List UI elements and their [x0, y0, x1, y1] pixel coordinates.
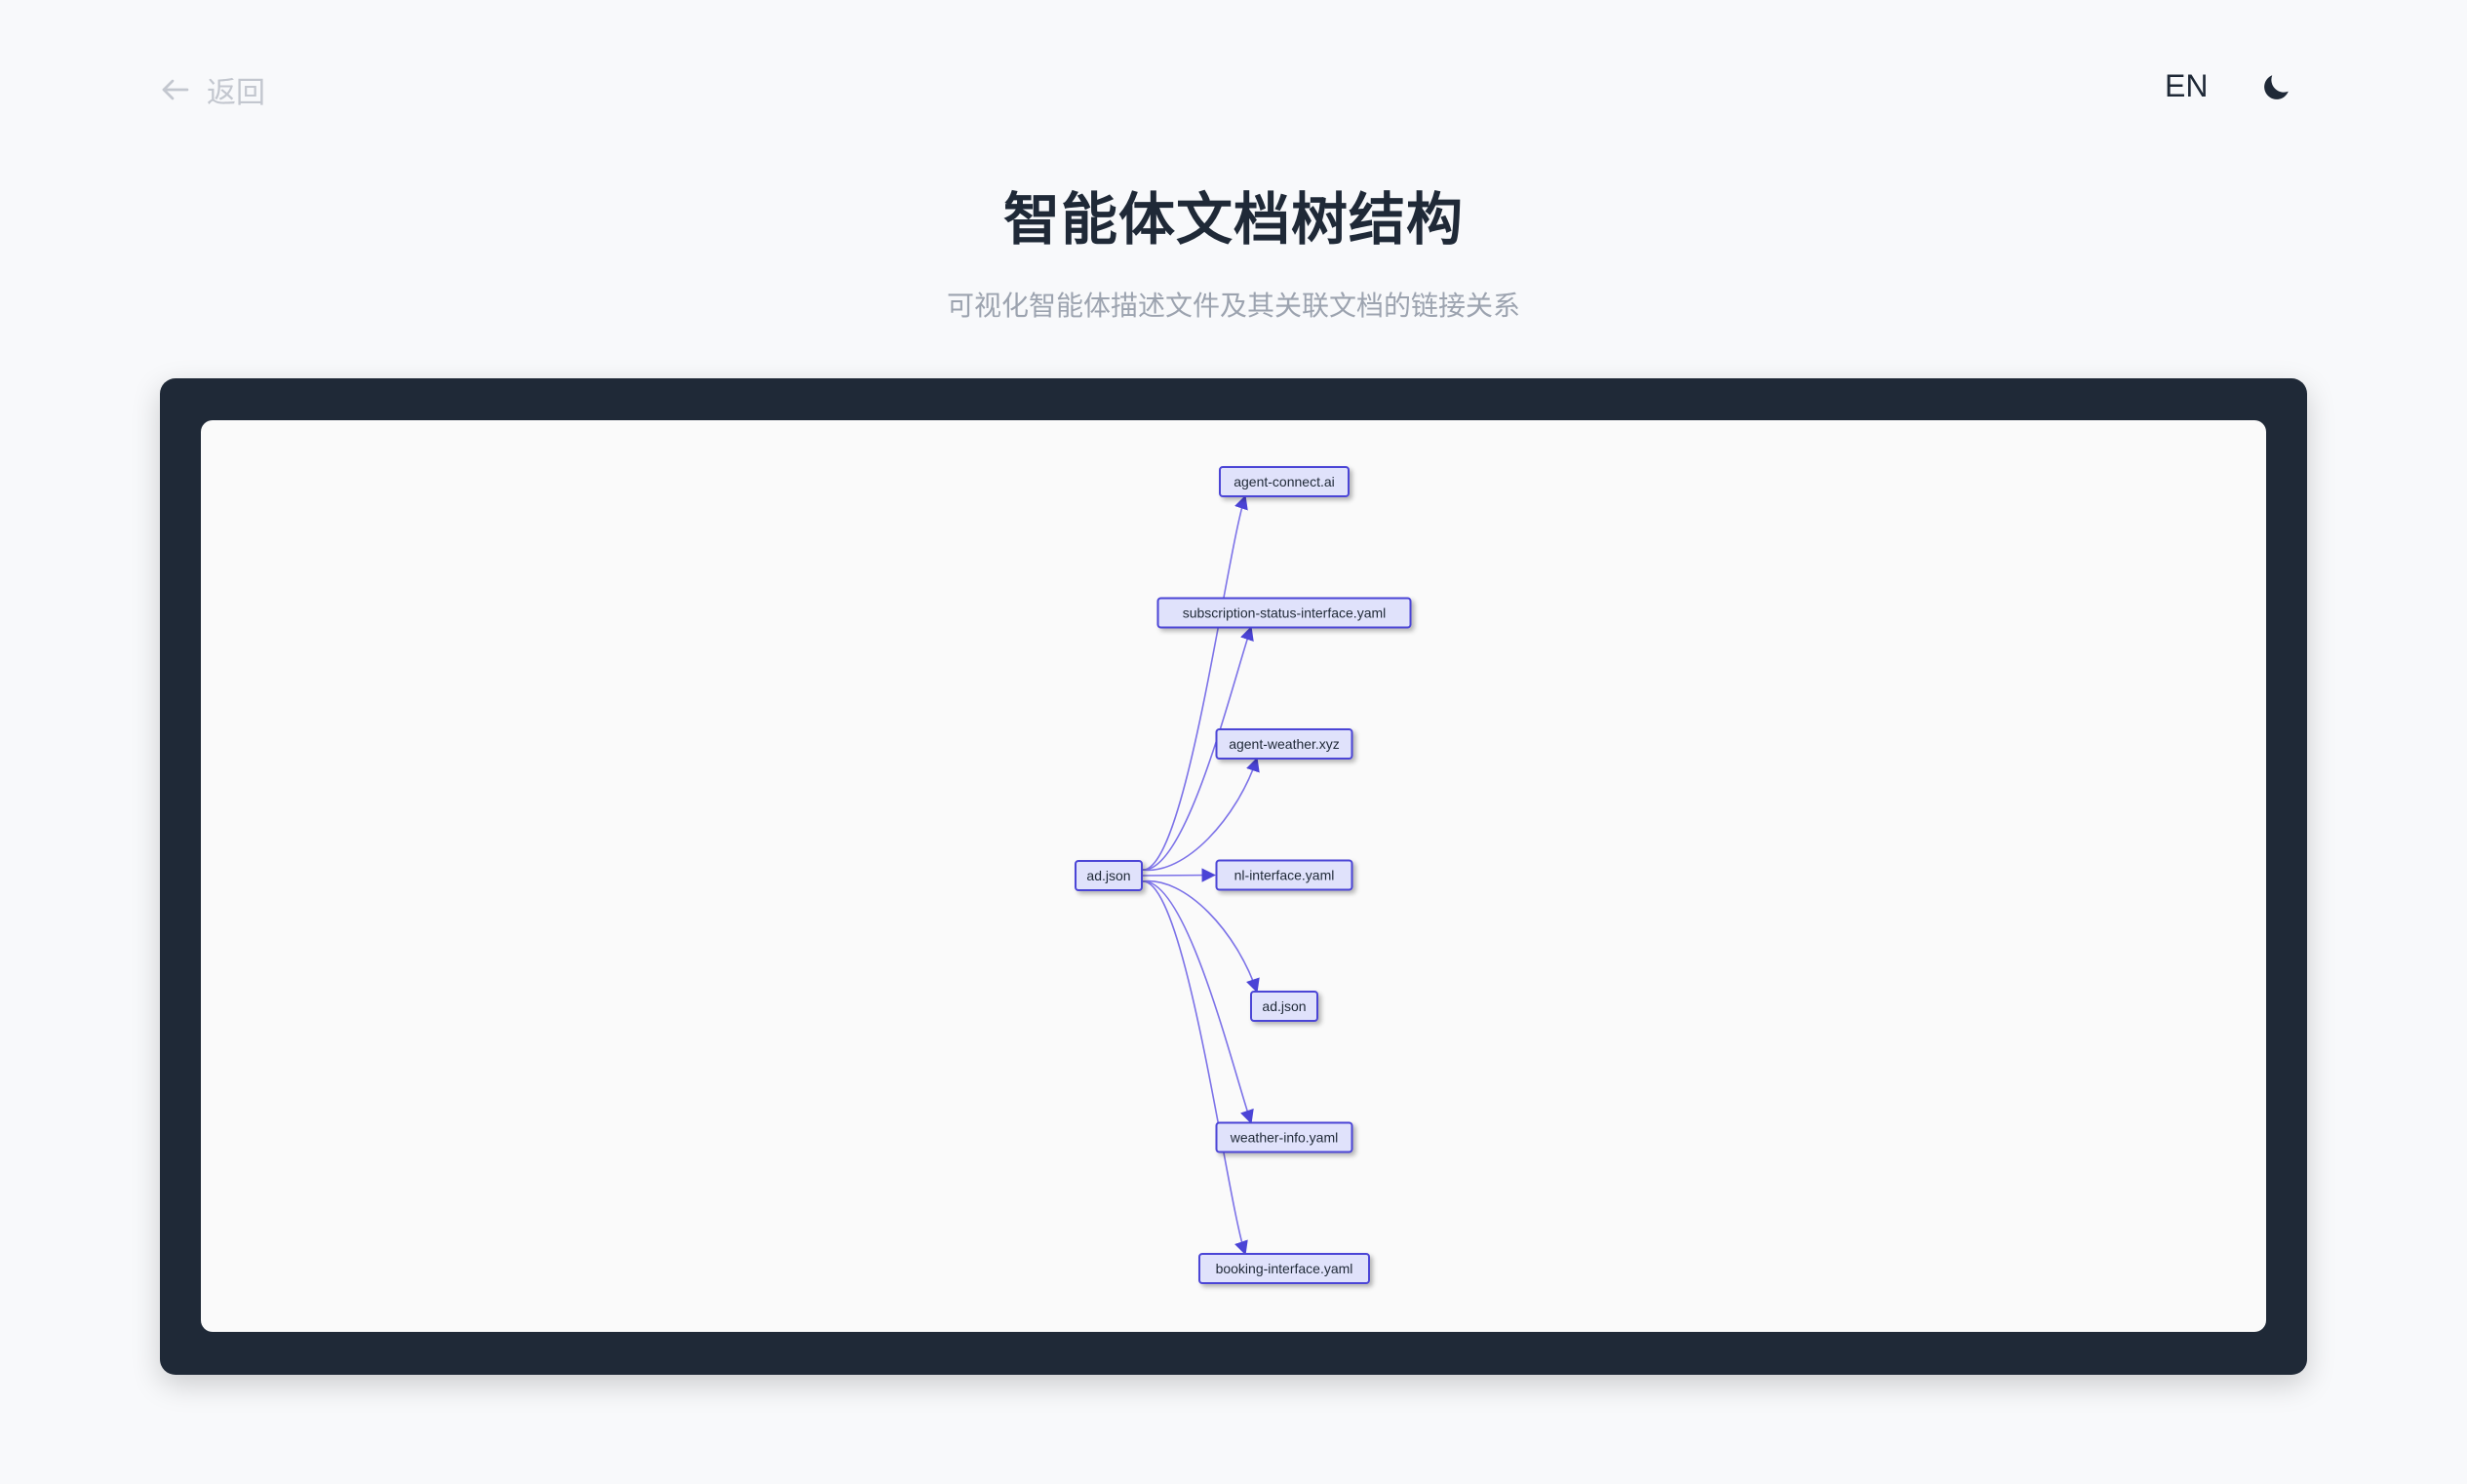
arrow-left-icon [162, 79, 189, 100]
nodes-layer: agent-connect.ai subscription-status-inte… [1075, 466, 1412, 1284]
edge-link [1141, 757, 1260, 872]
node-label: booking-interface.yaml [1216, 1261, 1353, 1276]
node-label: ad.json [1086, 868, 1130, 883]
tree-node-root[interactable]: ad.json [1075, 860, 1143, 891]
edge-link [1141, 880, 1254, 1124]
tree-node-child[interactable]: booking-interface.yaml [1198, 1253, 1370, 1284]
page-subtitle: 可视化智能体描述文件及其关联文档的链接关系 [946, 290, 1520, 322]
node-label: agent-weather.xyz [1229, 736, 1340, 752]
tree-node-child[interactable]: agent-connect.ai [1219, 466, 1350, 497]
node-label: subscription-status-interface.yaml [1183, 605, 1387, 621]
node-label: nl-interface.yaml [1234, 868, 1335, 883]
tree-node-child[interactable]: agent-weather.xyz [1215, 728, 1353, 760]
tree-frame: agent-connect.ai subscription-status-inte… [160, 378, 2307, 1375]
node-label: ad.json [1262, 998, 1306, 1014]
back-label: 返回 [207, 76, 265, 110]
moon-icon [2264, 75, 2289, 99]
document-tree-graph[interactable]: agent-connect.ai subscription-status-inte… [201, 420, 2266, 1332]
top-bar: 返回 EN [0, 0, 2467, 176]
node-label: weather-info.yaml [1230, 1130, 1339, 1146]
theme-toggle[interactable] [2258, 70, 2293, 105]
tree-node-child[interactable]: subscription-status-interface.yaml [1156, 597, 1412, 629]
tree-node-child[interactable]: nl-interface.yaml [1215, 859, 1353, 891]
edge-link [1141, 879, 1260, 994]
node-label: agent-connect.ai [1234, 474, 1335, 489]
page-title: 智能体文档树结构 [1002, 186, 1464, 253]
language-toggle[interactable]: EN [2165, 68, 2208, 104]
edge-link [1141, 868, 1216, 882]
back-button[interactable]: 返回 [158, 68, 265, 111]
tree-canvas[interactable]: agent-connect.ai subscription-status-inte… [201, 420, 2266, 1332]
tree-node-child[interactable]: ad.json [1250, 991, 1318, 1022]
tree-node-child[interactable]: weather-info.yaml [1215, 1121, 1353, 1153]
